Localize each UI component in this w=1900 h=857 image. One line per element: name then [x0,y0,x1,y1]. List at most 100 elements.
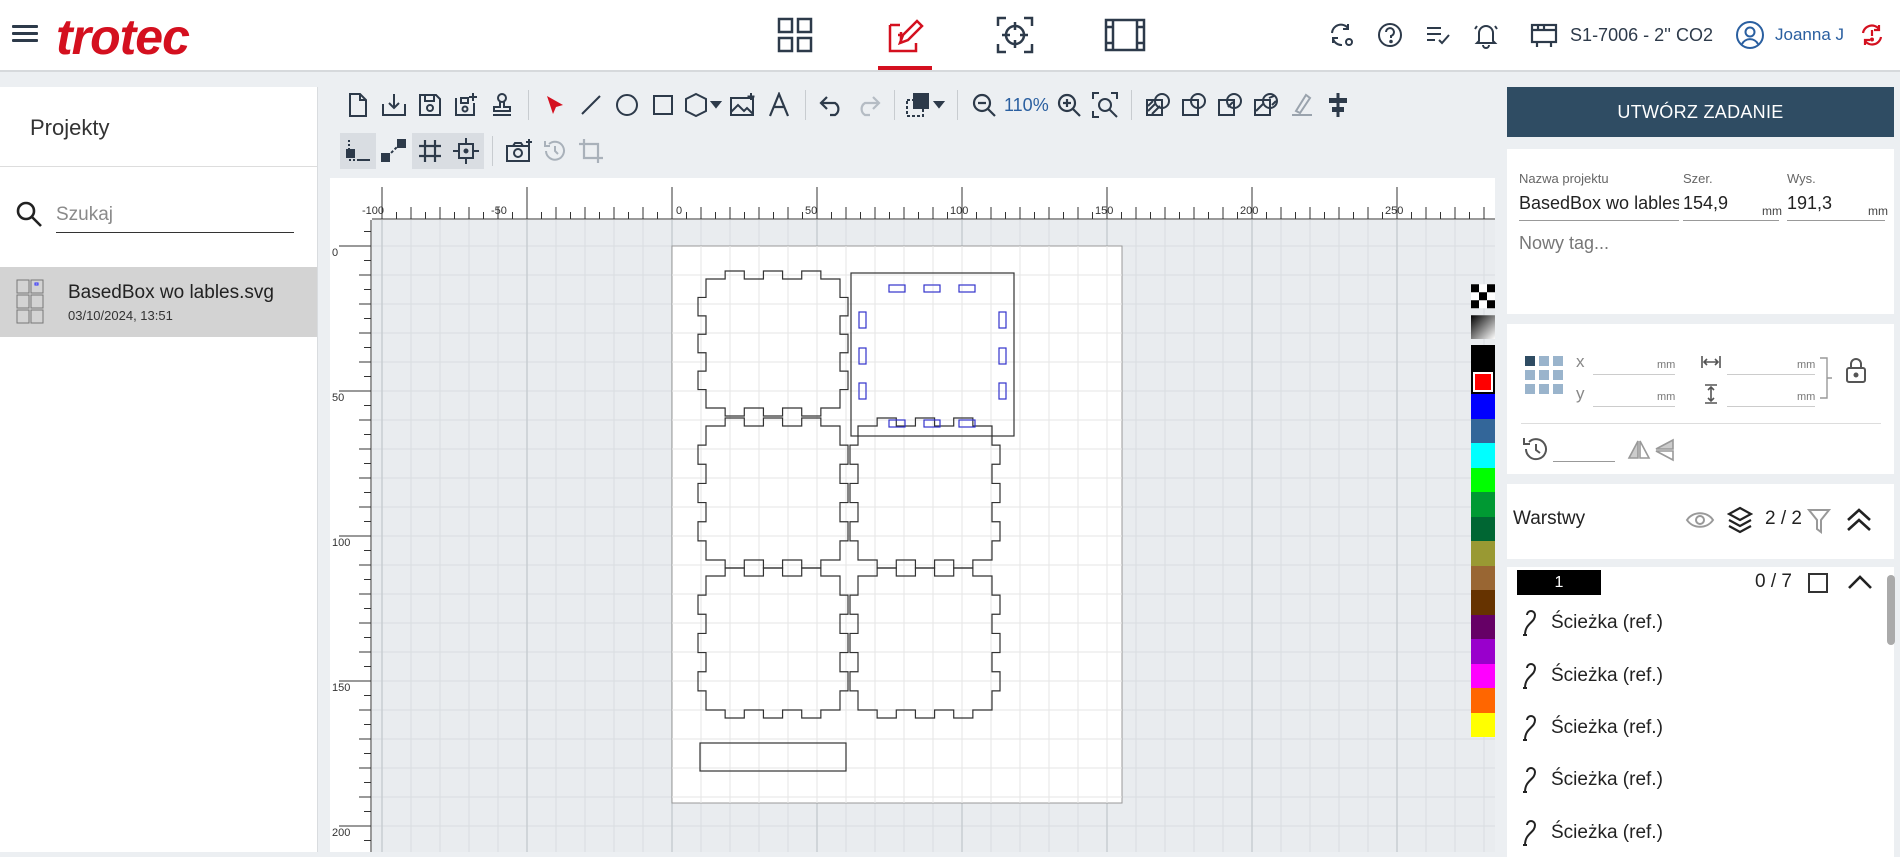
connection-error-icon[interactable] [1852,15,1892,55]
color-swatch[interactable] [1471,345,1495,370]
crop-button[interactable] [573,133,609,169]
ruler-label: 200 [1240,205,1258,217]
bool-intersect-button[interactable] [1212,87,1248,123]
color-swatch[interactable] [1471,541,1495,566]
height-transform-input[interactable] [1727,406,1815,407]
width-transform-input[interactable] [1727,374,1815,375]
anchor-grid-icon[interactable] [1525,356,1563,394]
list-item[interactable]: Ścieżka (ref.) [1521,714,1663,742]
tab-design[interactable] [850,0,960,70]
stamp-button[interactable] [484,87,520,123]
user-menu[interactable]: Joanna J [1735,20,1844,50]
color-swatch[interactable] [1471,590,1495,615]
x-input[interactable] [1593,374,1675,375]
ruler-label: 150 [1095,205,1113,217]
history-button[interactable] [537,133,573,169]
color-swatch[interactable] [1471,394,1495,419]
notifications-icon[interactable] [1466,15,1506,55]
design-canvas[interactable]: -100 -50 0 50 100 150 200 250 0 50 100 1… [330,178,1495,852]
flip-horizontal-icon[interactable] [1627,438,1651,462]
list-item[interactable]: Ścieżka (ref.) [1521,609,1663,637]
new-tag-input[interactable]: Nowy tag... [1519,233,1609,254]
color-swatch[interactable] [1471,369,1495,394]
sync-settings-icon[interactable] [1322,15,1362,55]
color-swatch[interactable] [1471,443,1495,468]
project-name-input[interactable] [1519,187,1679,221]
rectangle-tool-button[interactable] [645,87,681,123]
create-job-button[interactable]: UTWÓRZ ZADANIE [1507,87,1894,137]
lock-icon[interactable] [1845,356,1867,384]
pointer-icon [547,96,563,114]
ruler-label: 0 [332,247,338,259]
chevron-up-icon[interactable] [1847,573,1873,591]
snap-to-point-button[interactable] [376,133,412,169]
ruler-label: 150 [332,682,350,694]
snap-center-button[interactable] [448,133,484,169]
color-swatch[interactable] [1471,492,1495,517]
snap-to-object-button[interactable] [340,133,376,169]
bool-union-button[interactable] [1140,87,1176,123]
machine-selector[interactable]: S1-7006 - 2'' CO2 [1530,22,1713,48]
tab-dashboard[interactable] [740,0,850,70]
camera-button[interactable] [501,133,537,169]
zoom-in-button[interactable] [1051,87,1087,123]
canvas-svg[interactable]: -100 -50 0 50 100 150 200 250 0 50 100 1… [330,178,1495,852]
rotation-input[interactable] [1553,461,1615,462]
color-swatch[interactable] [1471,712,1495,737]
new-file-button[interactable] [340,87,376,123]
list-item[interactable]: Ścieżka (ref.) [1521,766,1663,794]
layers-scrollbar[interactable] [1887,575,1895,645]
undo-button[interactable] [814,87,850,123]
workpiece-area[interactable] [671,245,1123,804]
task-list-icon[interactable] [1418,15,1458,55]
polygon-tool-button[interactable] [681,87,725,123]
import-button[interactable] [376,87,412,123]
file-name: BasedBox wo lables.svg [68,281,274,303]
flip-vertical-icon[interactable] [1653,438,1677,462]
layer-badge[interactable]: 1 [1517,570,1601,595]
bool-subtract-button[interactable] [1176,87,1212,123]
color-swatch[interactable] [1471,663,1495,688]
color-swatch[interactable] [1471,467,1495,492]
collapse-all-icon[interactable] [1845,506,1873,534]
color-swatch[interactable] [1471,688,1495,713]
snap-point-icon [381,139,406,162]
color-swatch[interactable] [1471,614,1495,639]
swatch-gradient[interactable] [1471,314,1495,340]
save-as-button[interactable] [448,87,484,123]
color-swatch[interactable] [1471,418,1495,443]
list-item[interactable]: BasedBox wo lables.svg 03/10/2024, 13:51 [0,267,317,337]
select-tool-button[interactable] [537,87,573,123]
eye-icon[interactable] [1685,510,1715,530]
snap-to-grid-button[interactable] [412,133,448,169]
bool-exclude-button[interactable] [1248,87,1284,123]
text-tool-button[interactable] [761,87,797,123]
help-icon[interactable] [1370,15,1410,55]
y-input[interactable] [1593,406,1675,407]
image-tool-button[interactable] [725,87,761,123]
swatch-checker[interactable] [1471,284,1495,309]
ellipse-tool-button[interactable] [609,87,645,123]
list-item[interactable]: Ścieżka (ref.) [1521,819,1663,847]
width-arrows-icon [1701,356,1721,368]
menu-icon[interactable] [12,22,38,46]
boolean-subtract-icon [1181,93,1206,116]
zoom-fit-button[interactable] [1087,87,1123,123]
list-item[interactable]: Ścieżka (ref.) [1521,662,1663,690]
tab-position[interactable] [960,0,1070,70]
redo-icon [860,96,881,117]
tab-job-queue[interactable] [1070,0,1180,70]
line-tool-button[interactable] [573,87,609,123]
color-swatch[interactable] [1471,639,1495,664]
filter-icon[interactable] [1807,508,1831,534]
redo-button[interactable] [850,87,886,123]
search-input[interactable] [56,197,294,233]
color-swatch[interactable] [1471,516,1495,541]
color-swatch[interactable] [1471,565,1495,590]
save-button[interactable] [412,87,448,123]
layer-checkbox[interactable] [1808,573,1828,593]
zoom-out-button[interactable] [966,87,1002,123]
align-button[interactable] [1320,87,1356,123]
engrave-fill-button[interactable] [1284,87,1320,123]
arrange-button[interactable] [903,87,949,123]
